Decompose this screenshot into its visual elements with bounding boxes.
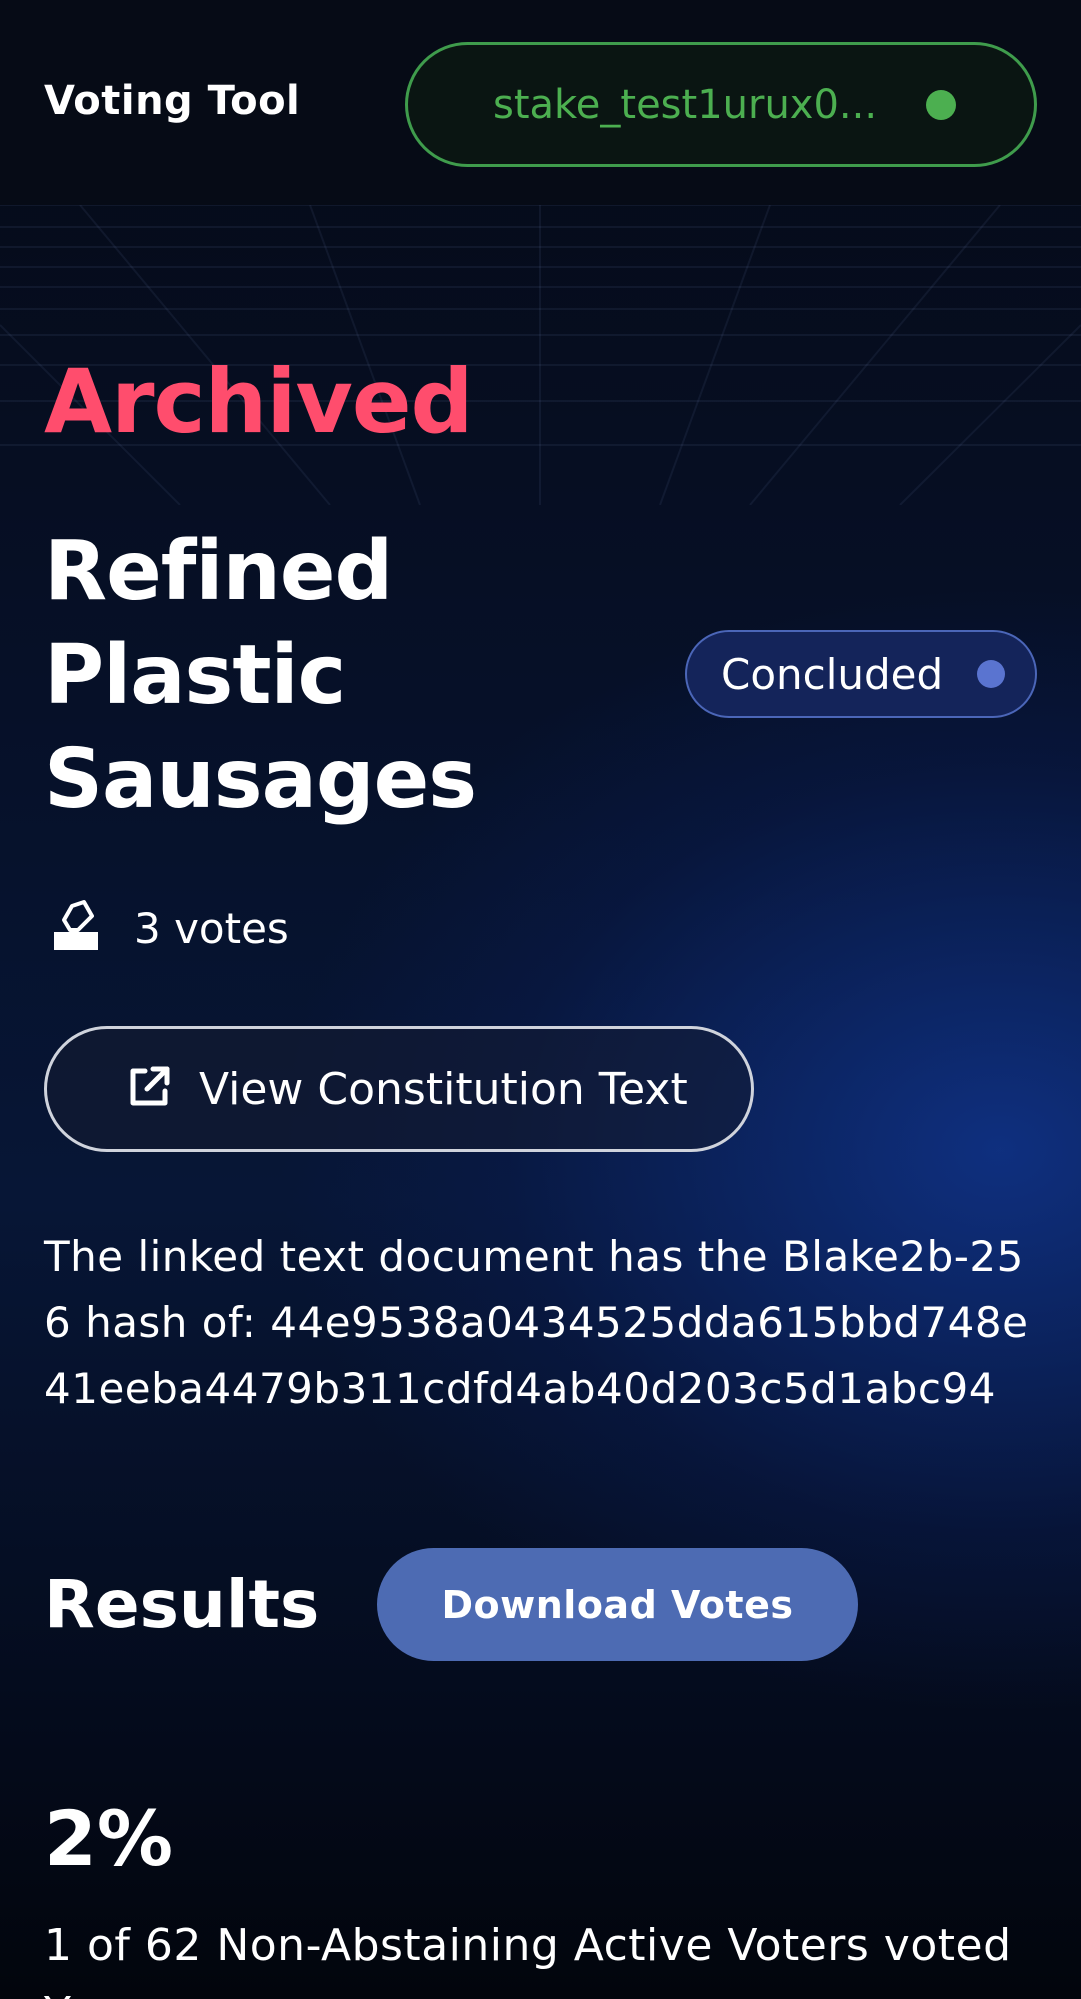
status-dot	[977, 660, 1005, 688]
wallet-connect-button[interactable]: stake_test1urux0...	[405, 42, 1037, 167]
vote-count-text: 3 votes	[134, 903, 289, 953]
proposal-title: Refined Plastic Sausages	[44, 524, 477, 827]
wallet-status-dot	[926, 89, 956, 120]
vote-count: 3 votes	[48, 898, 289, 958]
view-constitution-button[interactable]: View Constitution Text	[44, 1026, 754, 1152]
status-badge: Concluded	[685, 630, 1037, 718]
download-votes-button[interactable]: Download Votes	[377, 1548, 858, 1661]
document-hash-text: The linked text document has the Blake2b…	[44, 1232, 1029, 1413]
results-percent: 2%	[44, 1794, 174, 1883]
external-link-icon	[125, 1063, 173, 1115]
results-summary: 1 of 62 Non-Abstaining Active Voters vot…	[44, 1920, 1012, 1999]
section-label: Archived	[44, 350, 474, 453]
wallet-address: stake_test1urux0...	[493, 81, 878, 128]
view-constitution-label: View Constitution Text	[199, 1063, 688, 1115]
top-header: Voting Tool stake_test1urux0...	[0, 0, 1081, 205]
app-title[interactable]: Voting Tool	[44, 78, 300, 124]
status-badge-label: Concluded	[721, 649, 944, 699]
results-heading: Results	[44, 1566, 320, 1643]
ballot-box-icon	[48, 898, 104, 958]
